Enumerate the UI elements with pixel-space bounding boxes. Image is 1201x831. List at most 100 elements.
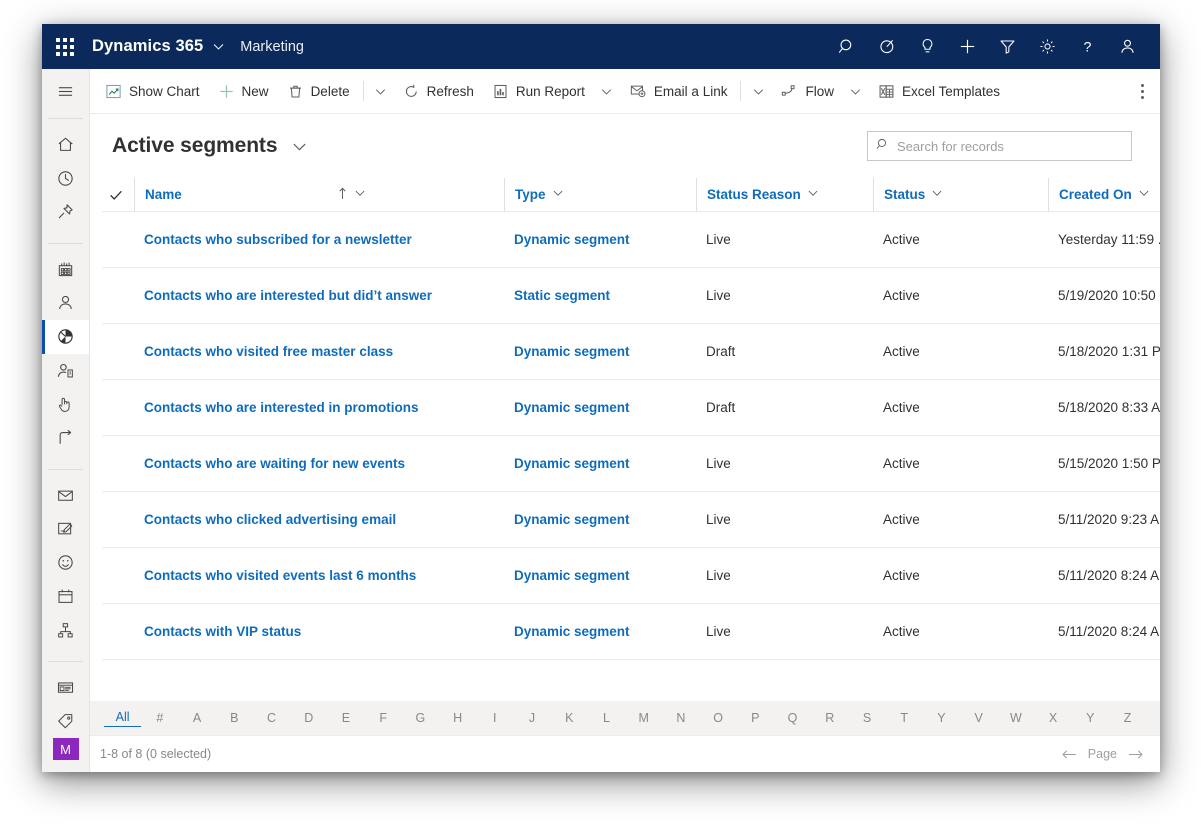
type-link[interactable]: Dynamic segment	[514, 232, 630, 247]
next-page-icon[interactable]	[1127, 748, 1144, 761]
alphabet-filter-item[interactable]: A	[178, 710, 215, 726]
row-select-cell[interactable]	[102, 380, 134, 436]
alphabet-filter-item[interactable]: E	[327, 710, 364, 726]
cell-name[interactable]: Contacts with VIP status	[134, 604, 504, 660]
column-header-name[interactable]: Name	[134, 178, 374, 212]
cell-type[interactable]: Dynamic segment	[504, 548, 696, 604]
run-report-button[interactable]: Run Report	[483, 73, 594, 109]
cell-type[interactable]: Static segment	[504, 268, 696, 324]
row-select-cell[interactable]	[102, 268, 134, 324]
sidebar-item-recent[interactable]	[42, 161, 89, 195]
alphabet-filter-item[interactable]: R	[811, 710, 848, 726]
search-input[interactable]	[897, 139, 1123, 154]
sidebar-item-contacts[interactable]	[42, 286, 89, 320]
cell-name[interactable]: Contacts who visited events last 6 month…	[134, 548, 504, 604]
alphabet-filter-item[interactable]: Y	[1072, 710, 1109, 726]
row-select-cell[interactable]	[102, 604, 134, 660]
app-launcher-icon[interactable]	[42, 24, 88, 69]
alphabet-filter-item[interactable]: P	[737, 710, 774, 726]
row-select-cell[interactable]	[102, 492, 134, 548]
type-link[interactable]: Dynamic segment	[514, 456, 630, 471]
avatar[interactable]: M	[53, 738, 79, 760]
record-link[interactable]: Contacts who are interested in promotion…	[144, 400, 419, 415]
flow-caret[interactable]	[843, 73, 869, 109]
new-button[interactable]: New	[209, 73, 278, 109]
alphabet-filter-item[interactable]: M	[625, 710, 662, 726]
alphabet-filter-item[interactable]: V	[960, 710, 997, 726]
sidebar-item-marketing-emails[interactable]	[42, 478, 89, 512]
run-report-caret[interactable]	[594, 73, 620, 109]
table-row[interactable]: Contacts who visited events last 6 month…	[102, 548, 1160, 604]
assistant-icon[interactable]	[868, 25, 906, 69]
help-icon[interactable]: ?	[1068, 25, 1106, 69]
table-row[interactable]: Contacts who are waiting for new events D…	[102, 436, 1160, 492]
cell-type[interactable]: Dynamic segment	[504, 380, 696, 436]
sidebar-item-keywords[interactable]	[42, 704, 89, 738]
cell-name[interactable]: Contacts who visited free master class	[134, 324, 504, 380]
refresh-button[interactable]: Refresh	[394, 73, 483, 109]
sidebar-item-interactions[interactable]	[42, 387, 89, 421]
sidebar-item-events[interactable]	[42, 579, 89, 613]
row-select-cell[interactable]	[102, 436, 134, 492]
select-all-checkmark-icon[interactable]	[102, 178, 134, 211]
sidebar-item-marketing-forms[interactable]	[42, 512, 89, 546]
column-header-status[interactable]: Status	[873, 178, 1048, 212]
excel-templates-button[interactable]: Excel Templates	[869, 73, 1009, 109]
alphabet-filter-item[interactable]: I	[476, 710, 513, 726]
row-select-cell[interactable]	[102, 324, 134, 380]
delete-more-caret[interactable]	[368, 73, 394, 109]
column-status-reason-chevron-down-icon[interactable]	[807, 187, 819, 202]
alphabet-filter-item[interactable]: C	[253, 710, 290, 726]
gear-icon[interactable]	[1028, 25, 1066, 69]
type-link[interactable]: Dynamic segment	[514, 344, 630, 359]
row-select-cell[interactable]	[102, 212, 134, 268]
plus-icon[interactable]	[948, 25, 986, 69]
cell-name[interactable]: Contacts who are waiting for new events	[134, 436, 504, 492]
sidebar-item-surveys[interactable]	[42, 546, 89, 580]
alphabet-filter-item[interactable]: G	[402, 710, 439, 726]
alphabet-filter-item[interactable]: D	[290, 710, 327, 726]
sidebar-item-segments[interactable]	[42, 320, 89, 354]
record-link[interactable]: Contacts who visited events last 6 month…	[144, 568, 416, 583]
cell-name[interactable]: Contacts who clicked advertising email	[134, 492, 504, 548]
alphabet-filter-item[interactable]: F	[365, 710, 402, 726]
delete-button[interactable]: Delete	[278, 73, 359, 109]
table-row[interactable]: Contacts who are interested but did’t an…	[102, 268, 1160, 324]
alphabet-filter-item[interactable]: T	[886, 710, 923, 726]
column-name-chevron-down-icon[interactable]	[354, 187, 366, 202]
table-row[interactable]: Contacts who subscribed for a newsletter…	[102, 212, 1160, 268]
column-header-status-reason[interactable]: Status Reason	[696, 178, 873, 212]
select-all-column[interactable]	[102, 178, 134, 212]
cell-name[interactable]: Contacts who subscribed for a newsletter	[134, 212, 504, 268]
cell-name[interactable]: Contacts who are interested but did’t an…	[134, 268, 504, 324]
alphabet-filter-item[interactable]: B	[216, 710, 253, 726]
site-map-hamburger-icon[interactable]	[42, 75, 89, 109]
cell-type[interactable]: Dynamic segment	[504, 492, 696, 548]
alphabet-filter-item[interactable]: X	[1034, 710, 1071, 726]
alphabet-filter-item[interactable]: W	[997, 710, 1034, 726]
chevron-down-icon[interactable]	[212, 40, 225, 53]
sidebar-item-lead-scoring[interactable]	[42, 613, 89, 647]
alphabet-filter-item[interactable]: N	[662, 710, 699, 726]
cell-type[interactable]: Dynamic segment	[504, 604, 696, 660]
column-created-on-chevron-down-icon[interactable]	[1138, 187, 1150, 202]
sidebar-item-leads[interactable]	[42, 354, 89, 388]
alphabet-filter-item[interactable]: Q	[774, 710, 811, 726]
search-icon[interactable]	[828, 25, 866, 69]
table-row[interactable]: Contacts who visited free master class Dy…	[102, 324, 1160, 380]
flow-button[interactable]: Flow	[771, 73, 843, 109]
record-link[interactable]: Contacts who are waiting for new events	[144, 456, 405, 471]
sidebar-item-content-settings[interactable]	[42, 671, 89, 705]
alphabet-filter-item[interactable]: Z	[1109, 710, 1146, 726]
alphabet-filter-item[interactable]: All	[104, 709, 141, 727]
table-row[interactable]: Contacts who are interested in promotion…	[102, 380, 1160, 436]
show-chart-button[interactable]: Show Chart	[96, 73, 209, 109]
filter-icon[interactable]	[988, 25, 1026, 69]
alphabet-filter-item[interactable]: H	[439, 710, 476, 726]
alphabet-filter-item[interactable]: J	[513, 710, 550, 726]
email-a-link-button[interactable]: Email a Link	[620, 73, 737, 109]
cell-type[interactable]: Dynamic segment	[504, 212, 696, 268]
column-status-chevron-down-icon[interactable]	[931, 187, 943, 202]
alphabet-filter-item[interactable]: K	[551, 710, 588, 726]
sidebar-item-accounts[interactable]	[42, 252, 89, 286]
